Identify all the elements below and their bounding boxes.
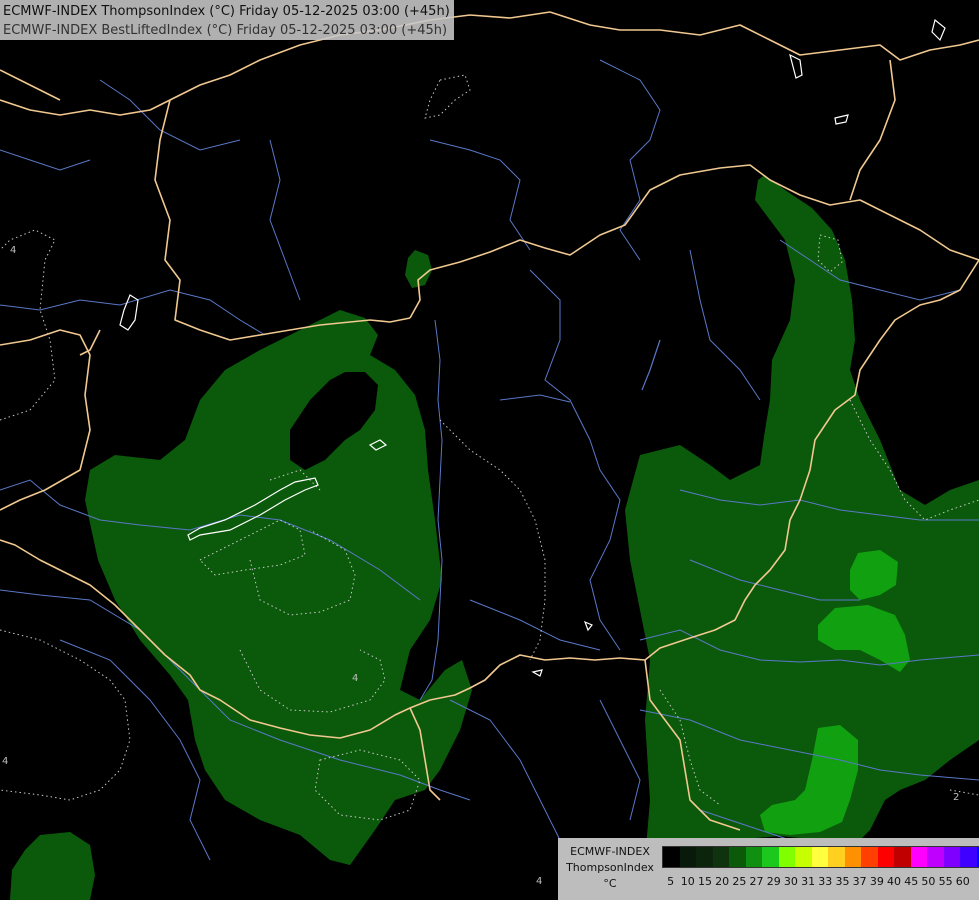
legend: ECMWF-INDEX ThompsonIndex °C 5 10 15 20 25 27… <box>558 838 979 900</box>
legend-swatch <box>910 847 927 867</box>
weather-map: 4 4 4 4 2 <box>0 0 979 900</box>
legend-tick-labels: 5 10 15 20 25 27 29 30 31 33 35 37 39 40 45 50 55 60 <box>662 875 971 888</box>
legend-tick: 25 <box>732 875 747 888</box>
legend-swatch <box>844 847 861 867</box>
legend-swatch <box>828 847 845 867</box>
contour-label: 4 <box>536 876 542 887</box>
legend-swatch <box>729 847 746 867</box>
legend-swatch <box>696 847 713 867</box>
legend-tick: 29 <box>766 875 781 888</box>
legend-swatch <box>795 847 812 867</box>
legend-tick: 50 <box>921 875 936 888</box>
legend-tick: 15 <box>697 875 712 888</box>
legend-swatch <box>679 847 696 867</box>
map-title: ECMWF-INDEX ThompsonIndex (°C) Friday 05… <box>0 0 454 40</box>
legend-unit: °C <box>603 877 617 890</box>
title-thompson-index: ECMWF-INDEX ThompsonIndex (°C) Friday 05… <box>3 4 450 19</box>
legend-source: ECMWF-INDEX <box>570 845 650 858</box>
legend-tick: 31 <box>801 875 816 888</box>
legend-tick: 35 <box>835 875 850 888</box>
legend-color-scale <box>662 846 979 868</box>
legend-tick: 39 <box>869 875 884 888</box>
legend-tick: 5 <box>667 875 675 888</box>
legend-tick: 30 <box>783 875 798 888</box>
legend-swatch <box>861 847 878 867</box>
legend-tick: 33 <box>818 875 833 888</box>
legend-tick: 27 <box>749 875 764 888</box>
legend-tick: 40 <box>887 875 902 888</box>
legend-swatch <box>811 847 828 867</box>
legend-swatch <box>778 847 795 867</box>
legend-swatch <box>894 847 911 867</box>
legend-tick: 55 <box>938 875 953 888</box>
legend-tick: 20 <box>715 875 730 888</box>
legend-swatch <box>877 847 894 867</box>
legend-swatch <box>943 847 960 867</box>
legend-tick: 37 <box>852 875 867 888</box>
legend-variable: ThompsonIndex <box>566 861 654 874</box>
legend-swatch <box>762 847 779 867</box>
contour-label: 4 <box>10 245 16 256</box>
legend-tick: 10 <box>680 875 695 888</box>
title-best-lifted-index: ECMWF-INDEX BestLiftedIndex (°C) Friday … <box>3 23 448 38</box>
legend-swatch <box>745 847 762 867</box>
contour-label: 4 <box>2 756 8 767</box>
legend-swatch <box>960 847 977 867</box>
contour-label: 4 <box>352 673 358 684</box>
contour-label: 2 <box>953 792 959 803</box>
legend-swatch <box>663 847 680 867</box>
legend-tick: 60 <box>955 875 970 888</box>
legend-tick: 45 <box>904 875 919 888</box>
legend-swatch <box>927 847 944 867</box>
legend-swatch <box>712 847 729 867</box>
